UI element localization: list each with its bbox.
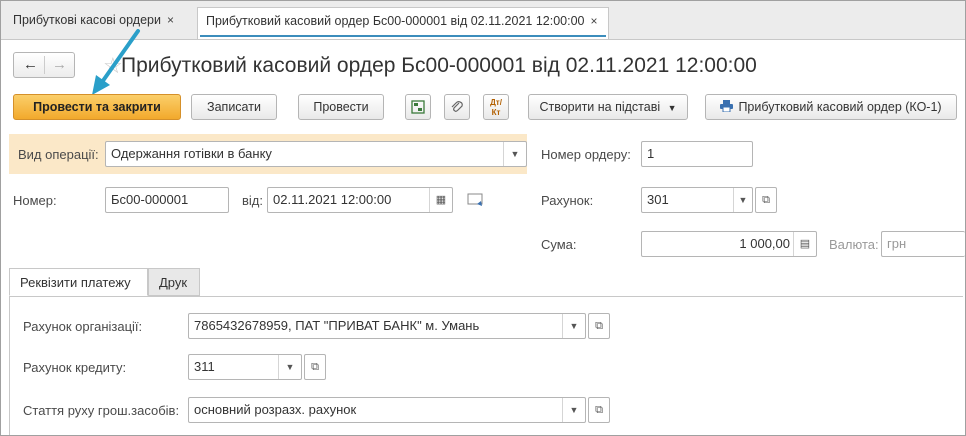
save-button[interactable]: Записати [191,94,277,120]
create-based-on-label: Створити на підставі [539,100,661,114]
number-input[interactable]: Бс00-000001 [105,187,229,213]
chevron-down-icon[interactable]: ▼ [733,188,752,212]
org-account-select[interactable]: 7865432678959, ПАТ "ПРИВАТ БАНК" м. Уман… [188,313,586,339]
calendar-icon[interactable]: ▦ [429,188,452,212]
calculator-icon[interactable]: ▤ [793,232,816,256]
chevron-down-icon[interactable]: ▼ [503,142,526,166]
account-label: Рахунок: [541,193,594,208]
currency-label: Валюта: [829,237,879,252]
org-account-value: 7865432678959, ПАТ "ПРИВАТ БАНК" м. Уман… [194,318,480,333]
chevron-down-icon[interactable]: ▼ [562,398,585,422]
chevron-down-icon[interactable]: ▼ [562,314,585,338]
page-title: Прибутковий касовий ордер Бс00-000001 ві… [121,54,757,77]
account-select[interactable]: 301 ▼ [641,187,753,213]
sum-label: Сума: [541,237,577,252]
open-icon[interactable]: ⧉ [755,187,777,213]
document-window: Прибуткові касові ордери × Прибутковий ка… [0,0,966,436]
tab-print[interactable]: Друк [148,268,200,296]
close-icon[interactable]: × [590,14,597,28]
divider [44,56,45,74]
date-label: від: [242,193,263,208]
org-account-label: Рахунок організації: [23,319,143,334]
order-number-label: Номер ордеру: [541,147,631,162]
forward-arrow-icon[interactable]: → [52,56,67,73]
date-input[interactable]: 02.11.2021 12:00:00 ▦ [267,187,453,213]
close-icon[interactable]: × [167,13,174,27]
tab-cash-receipt-document[interactable]: Прибутковий касовий ордер Бс00-000001 ві… [197,7,609,39]
open-icon[interactable]: ⧉ [588,313,610,339]
comment-icon[interactable] [467,193,485,210]
operation-type-select[interactable]: Одержання готівки в банку ▼ [105,141,527,167]
print-cash-order-button[interactable]: Прибутковий касовий ордер (КО-1) [705,94,957,120]
tab-label: Прибуткові касові ордери [13,13,161,27]
active-tab-underline [200,35,606,37]
credit-account-label: Рахунок кредиту: [23,360,127,375]
paperclip-icon[interactable] [444,94,470,120]
open-icon[interactable]: ⧉ [304,354,326,380]
operation-type-value: Одержання готівки в банку [111,146,272,161]
structure-icon[interactable] [405,94,431,120]
annotation-arrow-icon [92,29,140,95]
tab-payment-details[interactable]: Реквізити платежу [9,268,148,296]
chevron-down-icon[interactable]: ▼ [278,355,301,379]
printer-icon [720,100,734,113]
date-value: 02.11.2021 12:00:00 [273,192,392,207]
post-button[interactable]: Провести [298,94,384,120]
print-cash-order-label: Прибутковий касовий ордер (КО-1) [738,100,942,114]
open-icon[interactable]: ⧉ [588,397,610,423]
cash-flow-item-label: Стаття руху грош.засобів: [23,403,180,418]
post-and-close-button[interactable]: Провести та закрити [13,94,181,120]
sum-input[interactable]: 1 000,00 ▤ [641,231,817,257]
order-number-input[interactable]: 1 [641,141,753,167]
tab-label: Прибутковий касовий ордер Бс00-000001 ві… [206,14,585,28]
chevron-down-icon: ▼ [667,103,677,113]
credit-account-value: 311 [194,359,215,374]
cash-flow-item-value: основний розразх. рахунок [194,402,357,417]
back-arrow-icon[interactable]: ← [23,56,38,73]
dt-kt-label: Дт/Кт [490,98,502,117]
cash-flow-item-select[interactable]: основний розразх. рахунок ▼ [188,397,586,423]
navigation-buttons: ← → [13,52,75,78]
credit-account-select[interactable]: 311 ▼ [188,354,302,380]
create-based-on-button[interactable]: Створити на підставі ▼ [528,94,688,120]
operation-type-label: Вид операції: [18,147,99,162]
dt-kt-icon[interactable]: Дт/Кт [483,94,509,120]
currency-input: грн [881,231,965,257]
subtab-bar: Реквізити платежу Друк [9,268,963,297]
sum-value: 1 000,00 [739,236,790,251]
number-label: Номер: [13,193,57,208]
account-value: 301 [647,192,669,207]
